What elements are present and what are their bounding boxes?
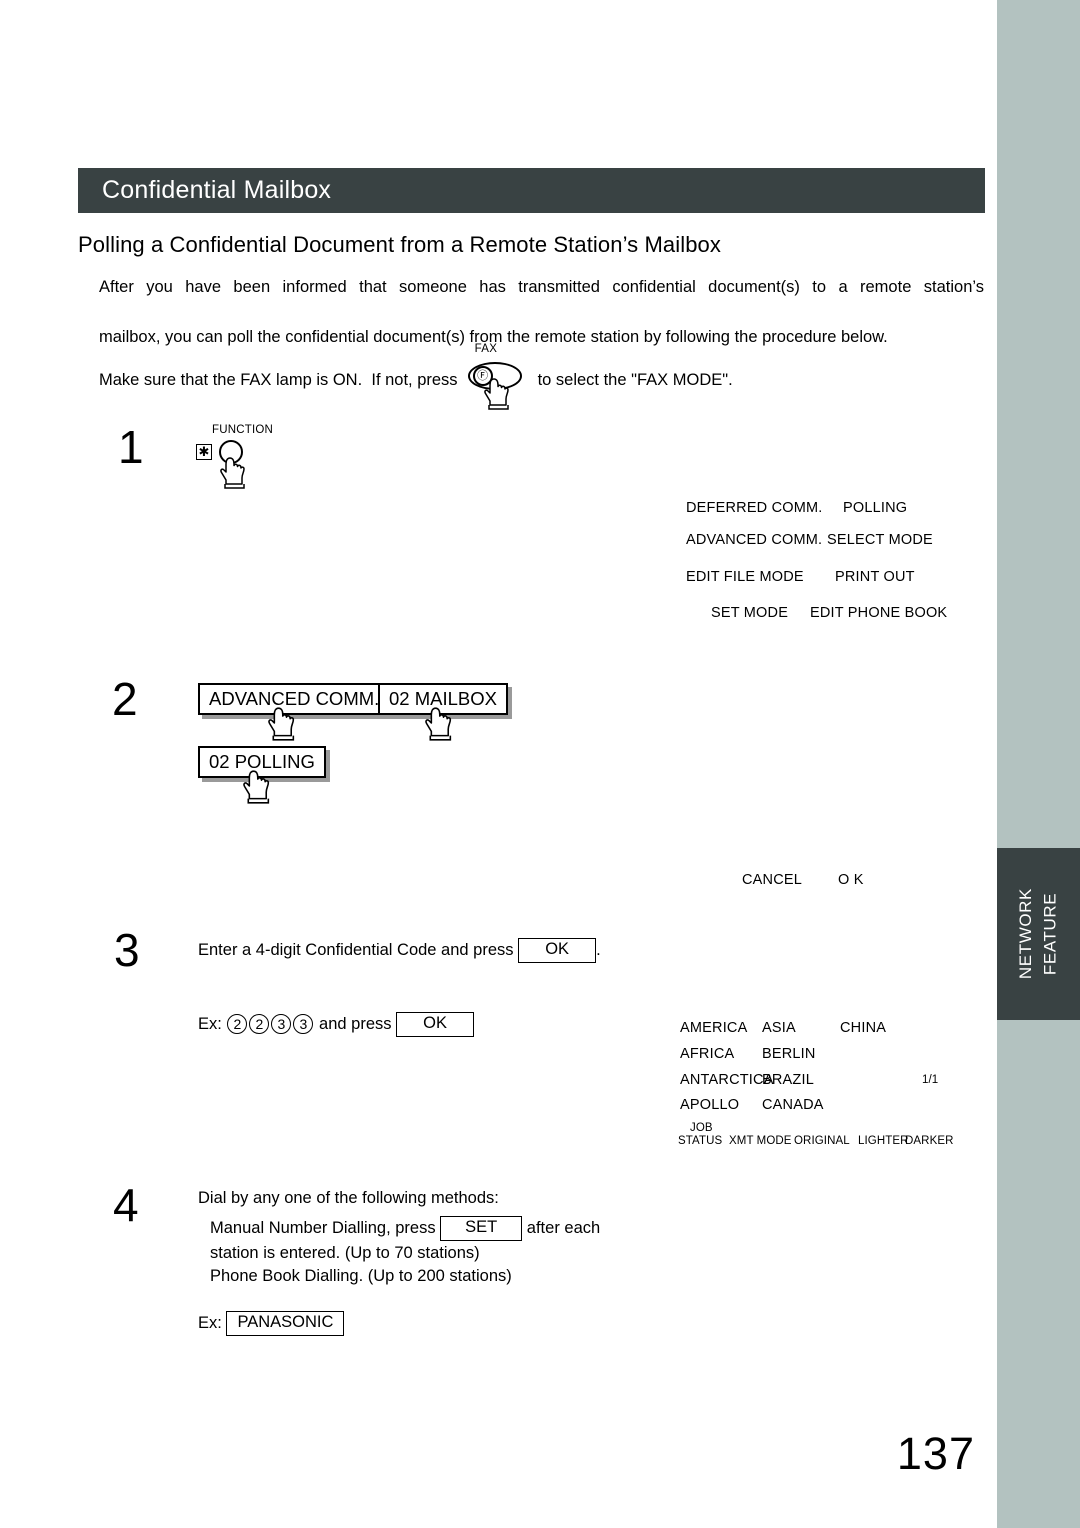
lcd-item-select-mode[interactable]: SELECT MODE (827, 532, 933, 548)
softkey-xmt-mode[interactable]: XMT MODE (729, 1135, 792, 1147)
softkey-lighter[interactable]: LIGHTER (858, 1135, 909, 1147)
digit-key-4[interactable]: 3 (293, 1014, 314, 1035)
step-3-instruction-text: Enter a 4-digit Confidential Code and pr… (198, 940, 514, 959)
softkey-status[interactable]: STATUS (678, 1135, 722, 1147)
side-tab-network-feature: NETWORK FEATURE (997, 848, 1080, 1020)
lcd-item-set-mode[interactable]: SET MODE (711, 605, 788, 621)
phonebook-entry-america[interactable]: AMERICA (680, 1020, 747, 1036)
set-key[interactable]: SET (440, 1216, 523, 1241)
softkey-job[interactable]: JOB (690, 1122, 713, 1134)
document-page: NETWORK FEATURE Confidential Mailbox Pol… (0, 0, 1080, 1528)
step-number-1: 1 (118, 421, 144, 473)
softkey-darker[interactable]: DARKER (905, 1135, 954, 1147)
intro-line-1: After you have been informed that someon… (99, 278, 984, 296)
lcd-item-advanced-comm[interactable]: ADVANCED COMM. (686, 532, 822, 548)
step-number-2: 2 (112, 673, 138, 725)
lcd-item-polling[interactable]: POLLING (843, 500, 907, 516)
step-3-example: Ex: 2233 and press OK (198, 1012, 475, 1037)
step-3-instruction: Enter a 4-digit Confidential Code and pr… (198, 938, 601, 963)
ok-key-example[interactable]: OK (396, 1012, 475, 1037)
section-title: Confidential Mailbox (102, 176, 332, 204)
phonebook-entry-asia[interactable]: ASIA (762, 1020, 796, 1036)
page-edge-strip (997, 0, 1080, 1528)
asterisk-icon: ✱ (196, 444, 212, 460)
lcd-item-deferred-comm[interactable]: DEFERRED COMM. (686, 500, 823, 516)
step-4-line-2: Manual Number Dialling, press SET after … (210, 1216, 600, 1241)
step-3-example-prefix: Ex: (198, 1014, 222, 1033)
section-header-bar: Confidential Mailbox (78, 168, 985, 213)
softkey-ok[interactable]: O K (838, 872, 864, 888)
pointing-hand-icon (483, 378, 509, 410)
function-key-group: FUNCTION ✱ (196, 424, 273, 500)
step-3-example-middle: and press (319, 1014, 392, 1033)
step-4-line2-after: after each (526, 1218, 601, 1237)
step-4-example: Ex: PANASONIC (198, 1311, 345, 1336)
pointing-hand-icon (425, 707, 452, 741)
fax-instruction-suffix: to select the "FAX MODE". (537, 370, 733, 389)
lcd-item-edit-file-mode[interactable]: EDIT FILE MODE (686, 569, 804, 585)
step-4-line2-before: Manual Number Dialling, press (210, 1218, 436, 1237)
side-tab-label: NETWORK FEATURE (1015, 888, 1060, 980)
lcd-item-edit-phone-book[interactable]: EDIT PHONE BOOK (810, 605, 947, 621)
step-4-line-1: Dial by any one of the following methods… (198, 1189, 499, 1207)
softkey-cancel[interactable]: CANCEL (742, 872, 802, 888)
step-4-example-prefix: Ex: (198, 1313, 222, 1332)
phonebook-entry-china[interactable]: CHINA (840, 1020, 886, 1036)
lcd-item-print-out[interactable]: PRINT OUT (835, 569, 915, 585)
step-4-line-4: Phone Book Dialling. (Up to 200 stations… (210, 1267, 512, 1285)
pointing-hand-icon (268, 707, 295, 741)
phonebook-entry-apollo[interactable]: APOLLO (680, 1097, 739, 1113)
step-number-3: 3 (114, 924, 140, 976)
fax-mode-instruction: Make sure that the FAX lamp is ON. If no… (99, 343, 733, 410)
phonebook-page-indicator: 1/1 (922, 1074, 939, 1086)
fax-instruction-prefix: Make sure that the FAX lamp is ON. If no… (99, 370, 458, 389)
step-4-line-3: station is entered. (Up to 70 stations) (210, 1244, 480, 1262)
step-number-4: 4 (113, 1179, 139, 1231)
ok-key[interactable]: OK (518, 938, 597, 963)
phonebook-entry-canada[interactable]: CANADA (762, 1097, 824, 1113)
digit-key-2[interactable]: 2 (249, 1014, 270, 1035)
pointing-hand-icon (243, 770, 270, 804)
pointing-hand-icon (220, 457, 245, 489)
digit-key-1[interactable]: 2 (227, 1014, 248, 1035)
intro-paragraph: After you have been informed that someon… (99, 275, 984, 349)
phonebook-entry-africa[interactable]: AFRICA (680, 1046, 734, 1062)
softkey-original[interactable]: ORIGINAL (794, 1135, 850, 1147)
panasonic-key[interactable]: PANASONIC (226, 1311, 345, 1336)
digit-key-3[interactable]: 3 (271, 1014, 292, 1035)
subheading: Polling a Confidential Document from a R… (78, 232, 721, 257)
fax-key-label: FAX (474, 343, 498, 355)
phonebook-entry-antarctica[interactable]: ANTARCTICA (680, 1072, 774, 1088)
intro-line-2: mailbox, you can poll the confidential d… (99, 327, 888, 346)
step-3-instruction-period: . (596, 940, 601, 959)
phonebook-entry-brazil[interactable]: BRAZIL (762, 1072, 814, 1088)
page-number: 137 (896, 1428, 975, 1479)
phonebook-entry-berlin[interactable]: BERLIN (762, 1046, 816, 1062)
function-key-label: FUNCTION (212, 424, 274, 436)
